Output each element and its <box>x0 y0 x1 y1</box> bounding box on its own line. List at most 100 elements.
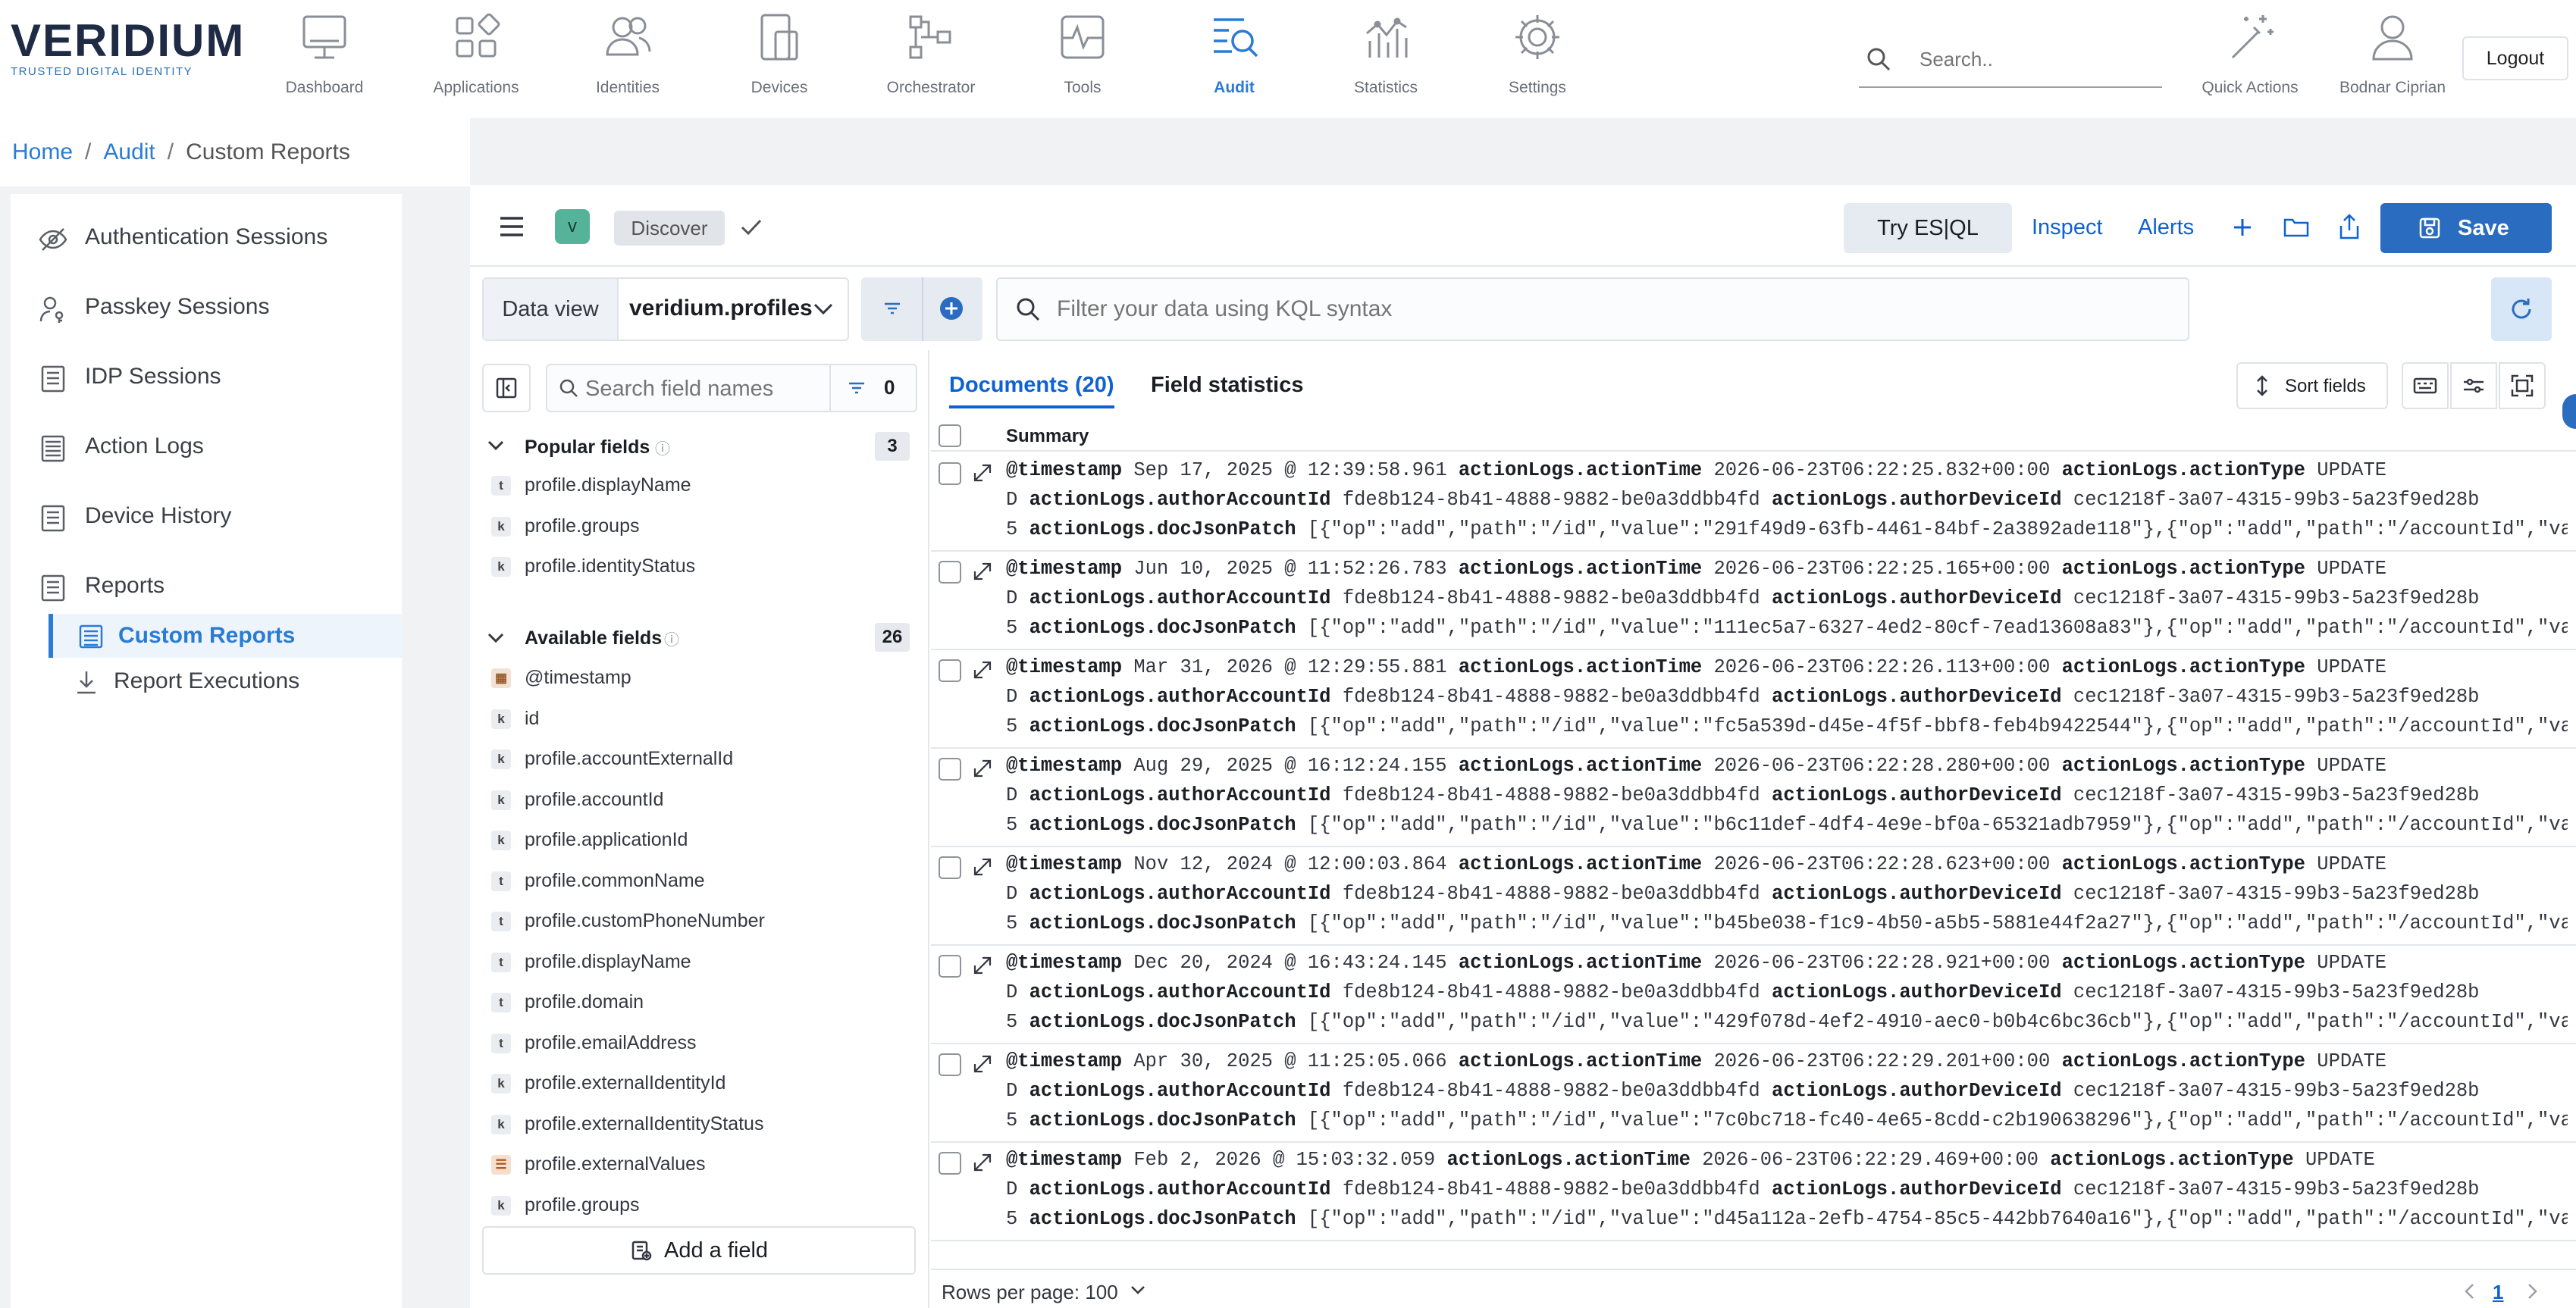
row-checkbox[interactable] <box>939 1152 961 1175</box>
table-row[interactable]: @timestamp Jun 10, 2025 @ 11:52:26.783 a… <box>931 552 2576 650</box>
table-row[interactable]: @timestamp Apr 30, 2025 @ 11:25:05.066 a… <box>931 1044 2576 1143</box>
rows-per-page[interactable]: Rows per page: 100 <box>942 1281 1118 1304</box>
field-search[interactable]: 0 <box>546 364 917 412</box>
row-checkbox[interactable] <box>939 659 961 682</box>
alerts-button[interactable]: Alerts <box>2138 215 2194 240</box>
nav-orchestrator[interactable]: Orchestrator <box>863 11 999 102</box>
field-item[interactable]: k profile.accountId <box>481 781 920 819</box>
expand-icon[interactable] <box>972 955 993 976</box>
sort-fields-button[interactable]: Sort fields <box>2236 362 2388 409</box>
field-item[interactable]: k profile.externalIdentityId <box>481 1065 920 1103</box>
field-item[interactable]: ☰ profile.externalValues <box>481 1146 920 1184</box>
veridium-logo[interactable]: VERIDIUM TRUSTED DIGITAL IDENTITY <box>11 18 243 86</box>
add-field-button[interactable]: Add a field <box>482 1226 916 1275</box>
kql-query-bar[interactable] <box>996 277 2189 341</box>
space-avatar[interactable]: v <box>555 209 590 244</box>
field-item[interactable]: t profile.commonName <box>481 862 920 900</box>
expand-icon[interactable] <box>972 856 993 878</box>
breadcrumb-audit[interactable]: Audit <box>103 139 155 164</box>
field-item[interactable]: t profile.customPhoneNumber <box>481 903 920 940</box>
table-row[interactable]: @timestamp Aug 29, 2025 @ 16:12:24.155 a… <box>931 749 2576 847</box>
chevron-right-icon[interactable] <box>2524 1282 2540 1300</box>
display-options-button[interactable] <box>2450 362 2497 409</box>
summary-column-header[interactable]: Summary <box>1006 426 1089 447</box>
field-search-input[interactable] <box>585 374 828 403</box>
logout-button[interactable]: Logout <box>2462 36 2568 80</box>
expand-icon[interactable] <box>972 1053 993 1075</box>
field-item[interactable]: t profile.domain <box>481 984 920 1022</box>
nav-dashboard[interactable]: Dashboard <box>256 11 393 102</box>
sidebar-subitem-custom-reports[interactable]: Custom Reports <box>49 614 402 658</box>
kql-input[interactable] <box>1057 294 2042 324</box>
add-filter-icon[interactable] <box>939 296 964 321</box>
field-item[interactable]: k id <box>481 700 920 738</box>
popular-fields-title[interactable]: Popular fields <box>525 437 650 458</box>
refresh-button[interactable] <box>2491 277 2552 341</box>
inspect-button[interactable]: Inspect <box>2032 215 2103 240</box>
select-all-checkbox[interactable] <box>939 424 961 447</box>
sidebar-item-authentication-sessions[interactable]: Authentication Sessions <box>11 206 402 270</box>
nav-audit[interactable]: Audit <box>1166 11 1302 102</box>
field-item[interactable]: t profile.displayName <box>481 467 920 505</box>
chevron-left-icon[interactable] <box>2462 1282 2477 1300</box>
sidebar-item-idp-sessions[interactable]: IDP Sessions <box>11 346 402 409</box>
nav-statistics[interactable]: Statistics <box>1318 11 1454 102</box>
row-checkbox[interactable] <box>939 955 961 978</box>
tab-field-statistics[interactable]: Field statistics <box>1151 373 1303 398</box>
keyboard-shortcuts-button[interactable] <box>2402 362 2449 409</box>
fullscreen-button[interactable] <box>2499 362 2546 409</box>
sidebar-item-action-logs[interactable]: Action Logs <box>11 415 402 479</box>
available-fields-title[interactable]: Available fields <box>525 627 662 649</box>
sidebar-item-device-history[interactable]: Device History <box>11 485 402 549</box>
collapse-sidebar-button[interactable] <box>482 364 531 412</box>
data-view-picker[interactable]: Data view veridium.profiles <box>482 277 849 341</box>
field-item[interactable]: k profile.identityStatus <box>481 548 920 586</box>
plus-icon[interactable] <box>2232 217 2253 238</box>
row-checkbox[interactable] <box>939 1053 961 1076</box>
tab-documents[interactable]: Documents (20) <box>949 373 1114 408</box>
expand-icon[interactable] <box>972 462 993 483</box>
table-row[interactable]: @timestamp Dec 20, 2024 @ 16:43:24.145 a… <box>931 946 2576 1044</box>
field-item[interactable]: ▦ @timestamp <box>481 659 920 697</box>
filter-icon[interactable] <box>846 377 867 399</box>
expand-icon[interactable] <box>972 659 993 681</box>
nav-quick-actions[interactable]: Quick Actions <box>2182 11 2318 102</box>
chevron-down-icon[interactable] <box>487 631 505 646</box>
field-item[interactable]: t profile.displayName <box>481 943 920 981</box>
field-item[interactable]: k profile.externalIdentityStatus <box>481 1106 920 1144</box>
row-checkbox[interactable] <box>939 758 961 781</box>
nav-identities[interactable]: Identities <box>559 11 696 102</box>
hamburger-menu-icon[interactable] <box>499 215 525 238</box>
row-checkbox[interactable] <box>939 462 961 485</box>
nav-devices[interactable]: Devices <box>711 11 848 102</box>
filter-icon[interactable] <box>881 297 904 320</box>
sidebar-item-passkey-sessions[interactable]: Passkey Sessions <box>11 276 402 340</box>
field-item[interactable]: t profile.emailAddress <box>481 1025 920 1062</box>
expand-icon[interactable] <box>972 1152 993 1173</box>
try-esql-button[interactable]: Try ES|QL <box>1844 203 2012 253</box>
page-number[interactable]: 1 <box>2493 1281 2503 1304</box>
nav-tools[interactable]: Tools <box>1014 11 1151 102</box>
nav-settings[interactable]: Settings <box>1469 11 1606 102</box>
nav-applications[interactable]: Applications <box>408 11 544 102</box>
table-row[interactable]: @timestamp Nov 12, 2024 @ 12:00:03.864 a… <box>931 847 2576 946</box>
field-item[interactable]: k profile.groups <box>481 1187 920 1225</box>
open-folder-icon[interactable] <box>2283 215 2309 238</box>
sidebar-item-reports[interactable]: Reports <box>11 555 402 618</box>
sidebar-subitem-report-executions[interactable]: Report Executions <box>49 659 402 703</box>
share-icon[interactable] <box>2338 214 2361 239</box>
field-item[interactable]: k profile.groups <box>481 508 920 546</box>
field-item[interactable]: k profile.accountExternalId <box>481 740 920 778</box>
save-button[interactable]: Save <box>2380 203 2552 253</box>
table-row[interactable]: @timestamp Feb 2, 2026 @ 15:03:32.059 ac… <box>931 1143 2576 1241</box>
table-row[interactable]: @timestamp Sep 17, 2025 @ 12:39:58.961 a… <box>931 453 2576 552</box>
global-search[interactable] <box>1859 39 2162 88</box>
row-checkbox[interactable] <box>939 856 961 879</box>
search-input[interactable] <box>1919 42 2147 76</box>
chevron-down-icon[interactable] <box>487 438 505 453</box>
breadcrumb-home[interactable]: Home <box>12 139 73 164</box>
field-item[interactable]: k profile.applicationId <box>481 821 920 859</box>
table-row[interactable]: @timestamp Mar 31, 2026 @ 12:29:55.881 a… <box>931 650 2576 749</box>
chevron-down-icon[interactable] <box>1130 1284 1146 1296</box>
user-menu[interactable]: Bodnar Ciprian <box>2324 11 2461 102</box>
